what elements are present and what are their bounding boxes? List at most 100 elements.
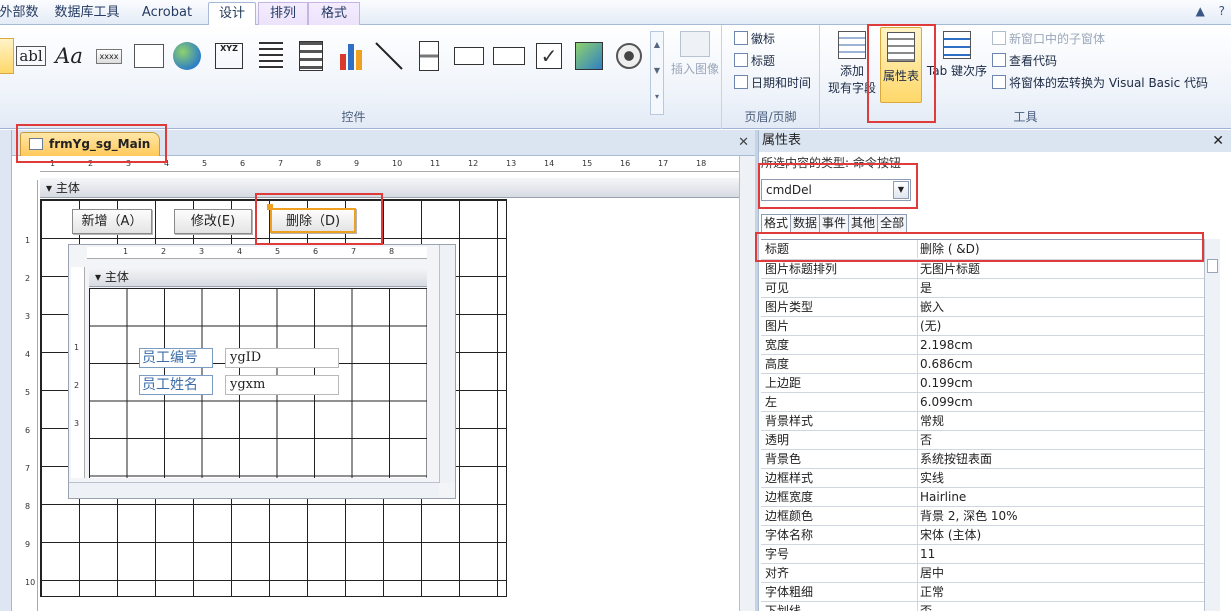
line-control-icon[interactable]: [372, 37, 406, 75]
chart-control-icon[interactable]: [334, 37, 368, 75]
property-value[interactable]: 2.198cm: [917, 336, 1204, 354]
property-row[interactable]: 对齐 居中: [761, 564, 1204, 583]
tab-format[interactable]: 格式: [308, 2, 360, 25]
property-row[interactable]: 宽度 2.198cm: [761, 336, 1204, 355]
navigation-pane-collapsed[interactable]: [0, 130, 12, 611]
property-row[interactable]: 边框样式 实线: [761, 469, 1204, 488]
property-row[interactable]: 边框颜色 背景 2, 深色 10%: [761, 507, 1204, 526]
property-value[interactable]: 系统按钮表面: [917, 450, 1204, 468]
property-value[interactable]: 否: [917, 602, 1204, 611]
property-value[interactable]: Hairline: [917, 488, 1204, 506]
checkbox-control-icon[interactable]: ✓: [532, 37, 566, 75]
help-icon[interactable]: ?: [1219, 4, 1225, 18]
property-row[interactable]: 标题 删除 ( &D): [761, 240, 1204, 260]
property-value[interactable]: 删除 ( &D): [917, 240, 1204, 258]
property-row[interactable]: 字体名称 宋体 (主体): [761, 526, 1204, 545]
property-row[interactable]: 背景样式 常规: [761, 412, 1204, 431]
property-value[interactable]: 常规: [917, 412, 1204, 430]
tab-data[interactable]: 数据: [790, 214, 821, 232]
subform-in-new-window-button[interactable]: 新窗口中的子窗体: [992, 29, 1105, 49]
option-group-icon[interactable]: [294, 37, 328, 75]
subform-control[interactable]: 1 2 3 4 5 6 7 8 1 2 3 ▾ 主体 员工编号 ygID 员工姓名 ygxm: [68, 244, 456, 499]
property-value[interactable]: 实线: [917, 469, 1204, 487]
property-row[interactable]: 字号 11: [761, 545, 1204, 564]
property-value[interactable]: 无图片标题: [917, 260, 1204, 278]
property-value[interactable]: 0.686cm: [917, 355, 1204, 373]
property-row[interactable]: 边框宽度 Hairline: [761, 488, 1204, 507]
property-row[interactable]: 透明 否: [761, 431, 1204, 450]
selection-handle[interactable]: [267, 204, 273, 210]
property-value[interactable]: 宋体 (主体): [917, 526, 1204, 544]
navigation-control-icon[interactable]: [254, 37, 288, 75]
subform-detail-bar[interactable]: ▾ 主体: [89, 267, 427, 287]
view-code-button[interactable]: 查看代码: [992, 51, 1057, 71]
design-vertical-scrollbar[interactable]: [739, 156, 755, 611]
property-row[interactable]: 高度 0.686cm: [761, 355, 1204, 374]
employee-name-field[interactable]: ygxm: [225, 375, 339, 395]
employee-name-label[interactable]: 员工姓名: [139, 375, 213, 395]
subform-horizontal-scrollbar[interactable]: [69, 482, 439, 498]
property-value[interactable]: 6.099cm: [917, 393, 1204, 411]
property-value[interactable]: 嵌入: [917, 298, 1204, 316]
tab-other[interactable]: 其他: [848, 214, 879, 232]
minimize-ribbon-icon[interactable]: ▲: [1196, 4, 1205, 18]
convert-macros-button[interactable]: 将窗体的宏转换为 Visual Basic 代码: [992, 73, 1208, 93]
property-value[interactable]: 居中: [917, 564, 1204, 582]
property-sheet-close-icon[interactable]: ✕: [1212, 130, 1224, 152]
rectangle-control-icon[interactable]: [492, 37, 526, 75]
option-button-icon[interactable]: [612, 37, 646, 75]
property-row[interactable]: 图片类型 嵌入: [761, 298, 1204, 317]
date-time-button[interactable]: 日期和时间: [734, 73, 811, 93]
tab-format[interactable]: 格式: [761, 214, 792, 232]
document-tab[interactable]: frmYg_sg_Main: [20, 132, 160, 156]
textbox-control-icon[interactable]: abl: [14, 37, 48, 75]
property-value[interactable]: 是: [917, 279, 1204, 297]
hyperlink-control-icon[interactable]: [170, 37, 204, 75]
property-row[interactable]: 字体粗细 正常: [761, 583, 1204, 602]
detail-section-bar[interactable]: ▾ 主体: [40, 178, 739, 198]
property-value[interactable]: 否: [917, 431, 1204, 449]
controls-gallery-scroll[interactable]: ▲ ▼ ▾: [650, 31, 664, 115]
add-button[interactable]: 新增（A）: [72, 209, 152, 234]
property-row[interactable]: 左 6.099cm: [761, 393, 1204, 412]
property-scrollbar[interactable]: [1204, 239, 1220, 611]
tab-design[interactable]: 设计: [208, 2, 256, 25]
document-close-icon[interactable]: ✕: [738, 135, 749, 150]
edit-button[interactable]: 修改(E): [174, 209, 252, 234]
object-selector-combo[interactable]: cmdDel ▼: [761, 179, 911, 201]
employee-id-field[interactable]: ygID: [225, 348, 339, 368]
unbound-object-icon[interactable]: [572, 37, 606, 75]
property-row[interactable]: 上边距 0.199cm: [761, 374, 1204, 393]
button-control-icon[interactable]: xxxx: [92, 37, 126, 75]
property-value[interactable]: 0.199cm: [917, 374, 1204, 392]
tab-all[interactable]: 全部: [877, 214, 908, 232]
property-row[interactable]: 图片 (无): [761, 317, 1204, 336]
tab-order-button[interactable]: Tab 键次序: [924, 31, 990, 80]
label-control-icon[interactable]: Aa: [52, 37, 86, 75]
insert-image-button[interactable]: 插入图像: [668, 31, 722, 78]
delete-button[interactable]: 删除（D): [270, 208, 356, 233]
tab-event[interactable]: 事件: [819, 214, 850, 232]
tab-arrange[interactable]: 排列: [258, 2, 308, 25]
property-sheet-button[interactable]: 属性表: [880, 27, 922, 103]
title-button[interactable]: 标题: [734, 51, 775, 71]
property-value[interactable]: 背景 2, 深色 10%: [917, 507, 1204, 525]
chevron-down-icon[interactable]: ▼: [893, 181, 909, 199]
property-value[interactable]: (无): [917, 317, 1204, 335]
logo-button[interactable]: 徽标: [734, 29, 775, 49]
property-row[interactable]: 可见 是: [761, 279, 1204, 298]
web-browser-control-icon[interactable]: XYZ: [212, 37, 246, 75]
subform-vertical-scrollbar[interactable]: [439, 245, 455, 483]
employee-id-label[interactable]: 员工编号: [139, 348, 213, 368]
combo-box-icon[interactable]: [452, 37, 486, 75]
tab-external-data[interactable]: 外部数据: [0, 2, 44, 41]
tab-acrobat[interactable]: Acrobat: [130, 2, 204, 25]
property-row[interactable]: 下划线 否: [761, 602, 1204, 611]
tab-control-icon[interactable]: [132, 37, 166, 75]
property-value[interactable]: 正常: [917, 583, 1204, 601]
property-row[interactable]: 图片标题排列 无图片标题: [761, 260, 1204, 279]
property-value[interactable]: 11: [917, 545, 1204, 563]
tab-database-tools[interactable]: 数据库工具: [48, 2, 126, 25]
page-break-icon[interactable]: [412, 37, 446, 75]
property-row[interactable]: 背景色 系统按钮表面: [761, 450, 1204, 469]
